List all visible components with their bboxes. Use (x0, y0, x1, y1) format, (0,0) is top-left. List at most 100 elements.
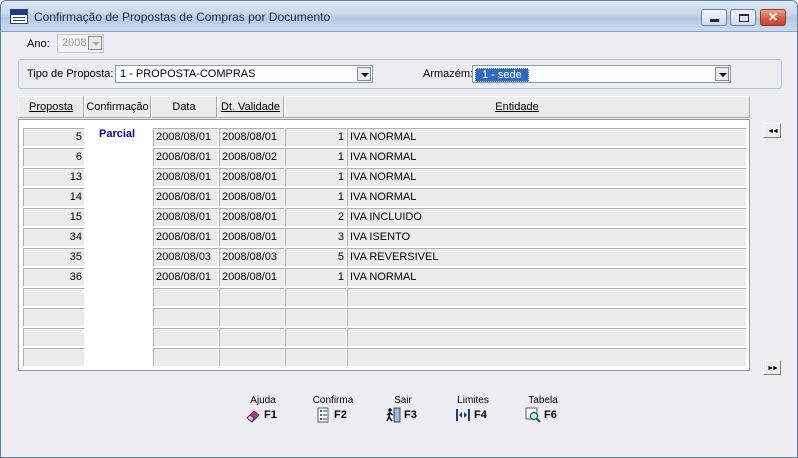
cell-proposta[interactable] (23, 288, 85, 307)
help-button[interactable]: Ajuda F1 (233, 395, 293, 429)
cell-data[interactable] (153, 328, 219, 347)
cell-proposta[interactable] (23, 308, 85, 327)
cell-entidade-num[interactable]: 2 (285, 208, 347, 227)
cell-dt-validade[interactable]: 2008/08/01 (219, 208, 285, 227)
col-header-dt-validade[interactable]: Dt. Validade (217, 96, 284, 118)
scroll-last-button[interactable]: ►► (763, 360, 781, 375)
limits-arrows-icon (456, 409, 470, 421)
cell-dt-validade[interactable]: 2008/08/01 (219, 228, 285, 247)
cell-entidade[interactable]: IVA NORMAL (347, 148, 747, 167)
double-left-arrow-icon: ◄◄ (767, 128, 779, 135)
scroll-first-button[interactable]: ◄◄ (763, 123, 781, 138)
cell-entidade[interactable]: IVA INCLUIDO (347, 208, 747, 227)
cell-proposta[interactable]: 15 (23, 208, 85, 227)
cell-entidade[interactable]: IVA NORMAL (347, 188, 747, 207)
tipo-proposta-value: 1 - PROPOSTA-COMPRAS (120, 68, 256, 80)
cell-data[interactable]: 2008/08/01 (153, 268, 219, 287)
armazem-label: Armazém: (423, 68, 474, 80)
cell-entidade-num[interactable] (285, 328, 347, 347)
confirm-status[interactable]: Parcial (99, 128, 135, 140)
cell-entidade[interactable] (347, 308, 747, 327)
minimize-icon (710, 19, 719, 22)
maximize-button[interactable] (730, 9, 756, 26)
title-bar[interactable]: Confirmação de Propostas de Compras por … (1, 1, 797, 32)
cell-proposta[interactable]: 5 (23, 128, 85, 147)
ano-select[interactable]: 2008 (57, 34, 104, 53)
ano-value: 2008 (62, 37, 87, 49)
col-header-entidade[interactable]: Entidade (284, 96, 750, 118)
cell-proposta[interactable]: 13 (23, 168, 85, 187)
cell-entidade-num[interactable]: 1 (285, 188, 347, 207)
cell-entidade[interactable] (347, 348, 747, 367)
cell-entidade-num[interactable] (285, 288, 347, 307)
cell-data[interactable]: 2008/08/03 (153, 248, 219, 267)
col-header-proposta[interactable]: Proposta (18, 96, 84, 118)
cell-entidade-num[interactable] (285, 308, 347, 327)
cell-entidade[interactable] (347, 328, 747, 347)
cell-dt-validade[interactable] (219, 288, 285, 307)
cell-entidade-num[interactable]: 1 (285, 148, 347, 167)
cell-data[interactable]: 2008/08/01 (153, 128, 219, 147)
cell-proposta[interactable]: 6 (23, 148, 85, 167)
cell-data[interactable] (153, 288, 219, 307)
confirm-list-icon (317, 407, 329, 423)
minimize-button[interactable] (701, 9, 727, 26)
cell-dt-validade[interactable] (219, 328, 285, 347)
armazem-value: 1 - sede (475, 68, 529, 82)
cell-dt-validade[interactable]: 2008/08/01 (219, 268, 285, 287)
cell-data[interactable]: 2008/08/01 (153, 188, 219, 207)
cell-entidade[interactable] (347, 288, 747, 307)
table-button[interactable]: Tabela F6 (513, 395, 573, 429)
cell-data[interactable]: 2008/08/01 (153, 228, 219, 247)
cell-entidade[interactable]: IVA REVERSIVEL (347, 248, 747, 267)
app-table-icon (10, 9, 28, 24)
cell-data[interactable]: 2008/08/01 (153, 168, 219, 187)
chevron-down-icon (719, 73, 727, 77)
cell-proposta[interactable]: 34 (23, 228, 85, 247)
close-button[interactable]: ✕ (760, 9, 786, 26)
cell-entidade[interactable]: IVA NORMAL (347, 268, 747, 287)
limits-button[interactable]: Limites F4 (443, 395, 503, 429)
cell-dt-validade[interactable]: 2008/08/01 (219, 168, 285, 187)
exit-walk-icon (386, 407, 401, 423)
cell-entidade-num[interactable]: 1 (285, 168, 347, 187)
window-title: Confirmação de Propostas de Compras por … (34, 10, 331, 24)
cell-data[interactable] (153, 308, 219, 327)
exit-button[interactable]: Sair F3 (373, 395, 433, 429)
cell-entidade-num[interactable]: 3 (285, 228, 347, 247)
cell-proposta[interactable] (23, 328, 85, 347)
proposals-grid[interactable]: Parcial 5 2008/08/01 2008/08/01 1 IVA NORMAL… (18, 119, 750, 371)
cell-entidade-num[interactable]: 5 (285, 248, 347, 267)
confirm-button[interactable]: Confirma F2 (303, 395, 363, 429)
cell-entidade[interactable]: IVA NORMAL (347, 128, 747, 147)
col-header-confirmacao[interactable]: Confirmação (84, 96, 151, 118)
cell-data[interactable]: 2008/08/01 (153, 208, 219, 227)
cell-data[interactable] (153, 348, 219, 367)
cell-entidade[interactable]: IVA NORMAL (347, 168, 747, 187)
cell-proposta[interactable] (23, 348, 85, 367)
cell-proposta[interactable]: 35 (23, 248, 85, 267)
tipo-proposta-label: Tipo de Proposta: (27, 68, 114, 80)
cell-dt-validade[interactable] (219, 308, 285, 327)
cell-entidade[interactable]: IVA ISENTO (347, 228, 747, 247)
chevron-down-icon (361, 73, 369, 77)
cell-dt-validade[interactable]: 2008/08/03 (219, 248, 285, 267)
cell-data[interactable]: 2008/08/01 (153, 148, 219, 167)
cell-dt-validade[interactable]: 2008/08/01 (219, 188, 285, 207)
cell-dt-validade[interactable]: 2008/08/01 (219, 128, 285, 147)
maximize-icon (739, 14, 749, 22)
tipo-proposta-dropdown-button[interactable] (357, 67, 371, 81)
cell-entidade-num[interactable] (285, 348, 347, 367)
cell-proposta[interactable]: 14 (23, 188, 85, 207)
cell-entidade-num[interactable]: 1 (285, 268, 347, 287)
close-icon: ✕ (767, 10, 779, 24)
armazem-select[interactable]: 1 - sede (472, 65, 731, 83)
col-header-data[interactable]: Data (151, 96, 217, 118)
cell-dt-validade[interactable]: 2008/08/02 (219, 148, 285, 167)
ano-dropdown-button[interactable] (88, 36, 102, 50)
cell-dt-validade[interactable] (219, 348, 285, 367)
cell-entidade-num[interactable]: 1 (285, 128, 347, 147)
tipo-proposta-select[interactable]: 1 - PROPOSTA-COMPRAS (115, 65, 373, 83)
cell-proposta[interactable]: 36 (23, 268, 85, 287)
armazem-dropdown-button[interactable] (715, 67, 729, 81)
